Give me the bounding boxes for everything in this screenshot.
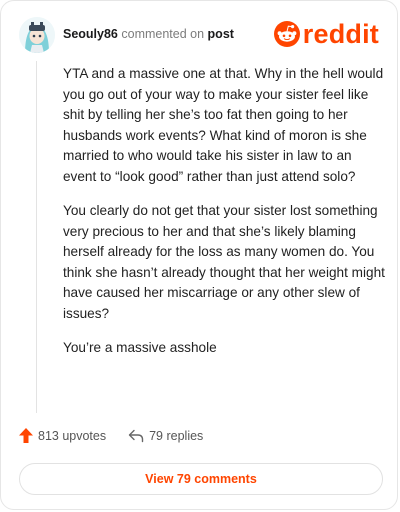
comment-body: YTA and a massive one at that. Why in th…: [63, 64, 385, 373]
upvote-count: 813 upvotes: [38, 428, 107, 443]
commented-label: commented on: [121, 27, 205, 41]
comment-card: Seouly86 commented on post reddit YTA an…: [0, 0, 398, 510]
view-comments-button[interactable]: View 79 comments: [19, 463, 383, 495]
avatar-icon: [19, 17, 55, 53]
upvote-arrow-icon: [19, 428, 33, 443]
post-link[interactable]: post: [208, 27, 234, 41]
upvote-button[interactable]: 813 upvotes: [19, 428, 106, 443]
comment-paragraph: You clearly do not get that your sister …: [63, 203, 385, 321]
reddit-logo[interactable]: reddit: [273, 19, 379, 49]
username[interactable]: Seouly86: [63, 27, 118, 41]
thread-line[interactable]: [36, 61, 37, 413]
reply-arrow-icon: [128, 429, 144, 442]
reddit-wordmark: reddit: [302, 19, 379, 49]
comment-actions: 813 upvotes 79 replies: [19, 428, 225, 443]
replies-count: 79 replies: [149, 428, 204, 443]
comment-header: Seouly86 commented on post: [63, 27, 234, 41]
avatar[interactable]: [19, 17, 55, 53]
reddit-snoo-icon: [273, 21, 300, 47]
comment-paragraph: You’re a massive asshole: [63, 340, 217, 355]
replies-button[interactable]: 79 replies: [128, 429, 203, 443]
comment-paragraph: YTA and a massive one at that. Why in th…: [63, 66, 384, 184]
